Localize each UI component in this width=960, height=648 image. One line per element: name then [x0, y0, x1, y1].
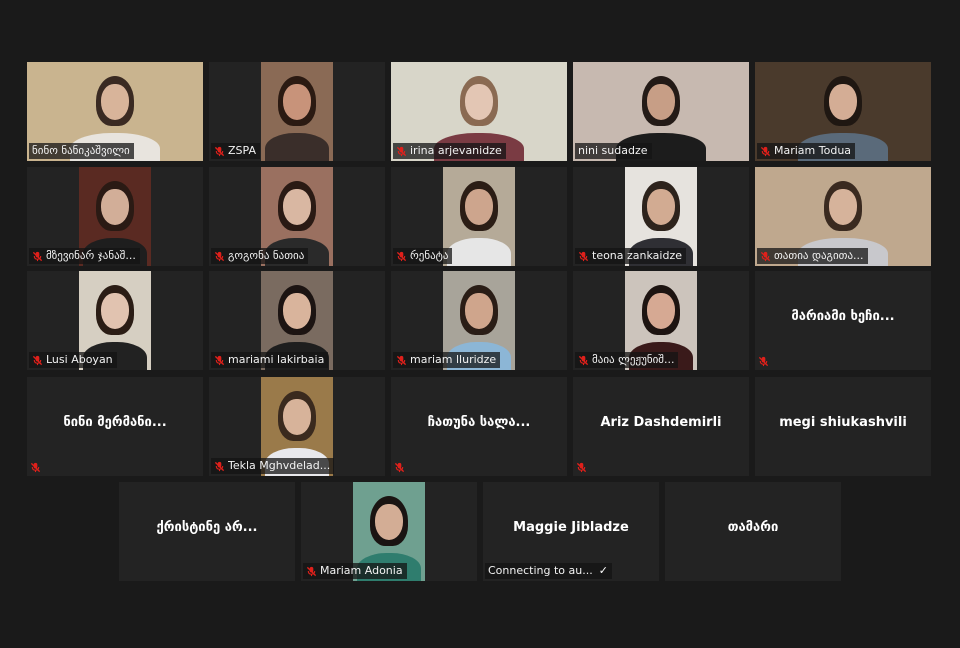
participant-tile[interactable]: irina arjevanidze — [391, 62, 567, 161]
participant-name-label: მზევინარ ჯანაშ... — [29, 248, 140, 264]
muted-microphone-icon — [760, 146, 771, 156]
participant-tile[interactable]: ჩათუნა სალა... — [391, 377, 567, 476]
muted-microphone-icon — [394, 462, 405, 473]
gallery-view: ნინო ნანიკაშვილი ZSPA irina arjevanidze nin… — [0, 0, 960, 648]
muted-microphone-icon — [578, 251, 589, 261]
participant-name: Mariam Adonia — [320, 564, 403, 577]
participant-tile[interactable]: მაია ლეჟუნიშ... — [573, 271, 749, 370]
participant-tile[interactable]: Mariam Adonia — [301, 482, 477, 581]
participant-name-label: irina arjevanidze — [393, 143, 506, 159]
participant-tile[interactable]: Ariz Dashdemirli — [573, 377, 749, 476]
participant-name: Mariam Todua — [774, 144, 852, 157]
participant-name-label: ნინო ნანიკაშვილი — [29, 143, 134, 159]
muted-microphone-icon — [396, 251, 407, 261]
muted-microphone-icon — [306, 566, 317, 576]
muted-microphone-icon — [758, 356, 769, 367]
muted-microphone-icon — [396, 355, 407, 365]
participant-name: Lusi Aboyan — [46, 353, 113, 366]
participant-name: nini sudadze — [578, 144, 648, 157]
participant-tile[interactable]: ნინი მერმანი... — [27, 377, 203, 476]
participant-name-label: Mariam Todua — [757, 143, 856, 159]
connection-status-label: Connecting to au... ✓ — [485, 563, 612, 579]
participant-video — [443, 167, 515, 266]
participant-tile[interactable]: მარიამი ხეჩი... — [755, 271, 931, 370]
participant-name-large: megi shiukashvili — [779, 414, 907, 430]
participant-name: თათია დაგითა... — [774, 249, 864, 262]
muted-microphone-icon — [578, 355, 589, 365]
checkmark-icon: ✓ — [598, 564, 608, 577]
muted-microphone-icon — [396, 146, 407, 156]
participant-name-large: ჩათუნა სალა... — [427, 414, 531, 430]
participant-tile[interactable]: თათია დაგითა... — [755, 167, 931, 266]
participant-name-large: მარიამი ხეჩი... — [791, 308, 895, 324]
participant-name-label: Mariam Adonia — [303, 563, 407, 579]
participant-name: რენატა — [410, 249, 449, 262]
muted-microphone-icon — [32, 355, 43, 365]
participant-name: მაია ლეჟუნიშ... — [592, 353, 675, 366]
participant-name-label: მაია ლეჟუნიშ... — [575, 352, 679, 368]
participant-name: teona zankaidze — [592, 249, 683, 262]
participant-tile[interactable]: Mariam Todua — [755, 62, 931, 161]
connection-status-text: Connecting to au... — [488, 564, 593, 577]
participant-name-label: რენატა — [393, 248, 453, 264]
participant-name-label: ZSPA — [211, 143, 260, 159]
participant-tile[interactable]: mariami lakirbaia — [209, 271, 385, 370]
participant-name: mariami lakirbaia — [228, 353, 325, 366]
participant-name-large: Ariz Dashdemirli — [600, 414, 722, 430]
participant-name-label: mariam lluridze — [393, 352, 501, 368]
participant-tile[interactable]: ქრისტინე არ... — [119, 482, 295, 581]
participant-name: ZSPA — [228, 144, 256, 157]
muted-microphone-icon — [760, 251, 771, 261]
participant-name-label: mariami lakirbaia — [211, 352, 329, 368]
participant-name: ნინო ნანიკაშვილი — [32, 144, 130, 157]
participant-name: irina arjevanidze — [410, 144, 502, 157]
participant-tile[interactable]: ZSPA — [209, 62, 385, 161]
participant-name-label: თათია დაგითა... — [757, 248, 868, 264]
participant-name: Tekla Mghvdelad... — [228, 459, 331, 472]
participant-tile[interactable]: Maggie Jibladze Connecting to au... ✓ — [483, 482, 659, 581]
participant-tile[interactable]: teona zankaidze — [573, 167, 749, 266]
participant-tile[interactable]: რენატა — [391, 167, 567, 266]
participant-tile[interactable]: მზევინარ ჯანაშ... — [27, 167, 203, 266]
participant-name: mariam lluridze — [410, 353, 497, 366]
muted-microphone-icon — [214, 146, 225, 156]
participant-name-large: ნინი მერმანი... — [63, 414, 167, 430]
muted-microphone-icon — [576, 462, 587, 473]
participant-tile[interactable]: ნინო ნანიკაშვილი — [27, 62, 203, 161]
participant-name-large: თამარი — [727, 519, 779, 535]
muted-microphone-icon — [214, 461, 225, 471]
participant-name-label: გოგონა ნათია — [211, 248, 309, 264]
participant-name: მზევინარ ჯანაშ... — [46, 249, 136, 262]
participant-name: გოგონა ნათია — [228, 249, 305, 262]
participant-tile[interactable]: თამარი — [665, 482, 841, 581]
participant-name-label: Tekla Mghvdelad... — [211, 458, 335, 474]
participant-tile[interactable]: mariam lluridze — [391, 271, 567, 370]
participant-name-label: teona zankaidze — [575, 248, 687, 264]
participant-name-large: Maggie Jibladze — [513, 519, 629, 535]
muted-microphone-icon — [214, 251, 225, 261]
muted-microphone-icon — [30, 462, 41, 473]
participant-name-large: ქრისტინე არ... — [156, 519, 258, 535]
participant-tile[interactable]: გოგონა ნათია — [209, 167, 385, 266]
participant-tile[interactable]: megi shiukashvili — [755, 377, 931, 476]
participant-name-label: nini sudadze — [575, 143, 652, 159]
participant-video — [261, 62, 333, 161]
participant-tile[interactable]: Lusi Aboyan — [27, 271, 203, 370]
muted-microphone-icon — [32, 251, 43, 261]
participant-tile[interactable]: nini sudadze — [573, 62, 749, 161]
participant-tile[interactable]: Tekla Mghvdelad... — [209, 377, 385, 476]
muted-microphone-icon — [214, 355, 225, 365]
participant-name-label: Lusi Aboyan — [29, 352, 117, 368]
